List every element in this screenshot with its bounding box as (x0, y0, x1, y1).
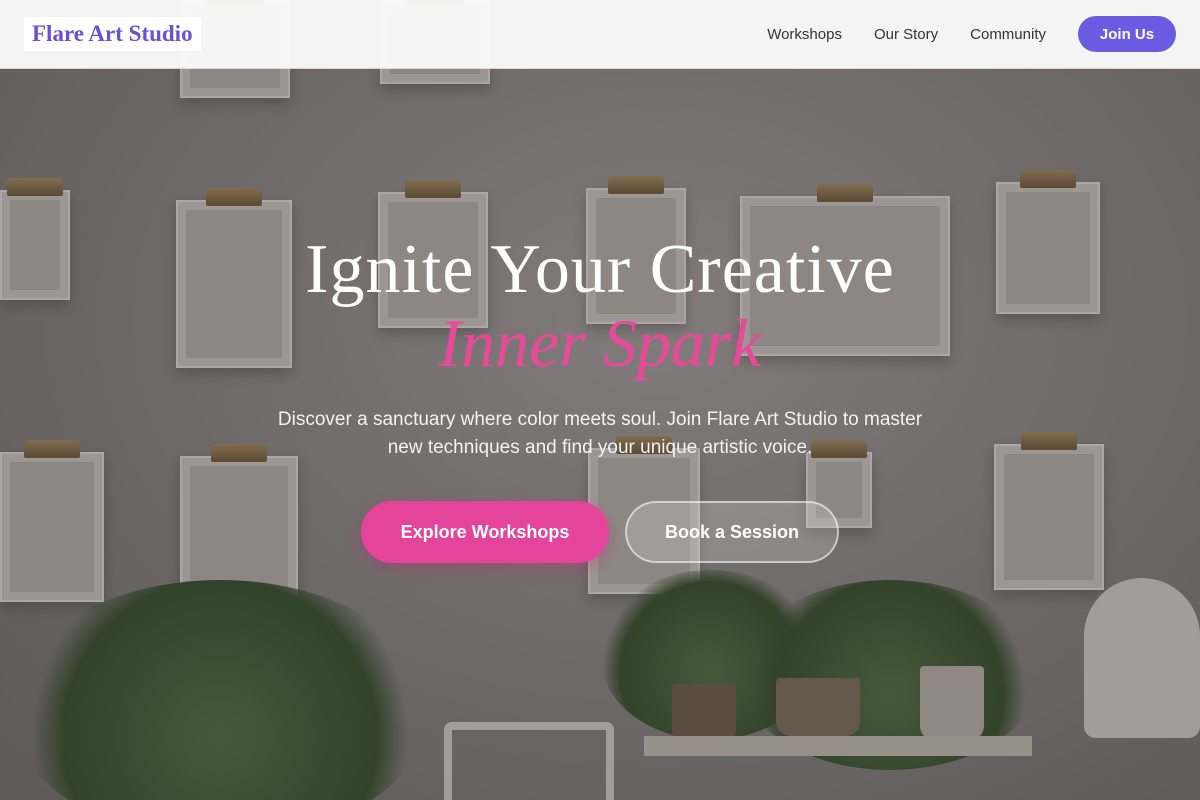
hero-subtext: Discover a sanctuary where color meets s… (277, 409, 923, 458)
nav-link-workshops[interactable]: Workshops (767, 26, 842, 43)
hero-headline-accent: Inner Spark (438, 305, 762, 381)
hero-cta-row: Explore Workshops Book a Session (0, 501, 1200, 563)
brand-logo[interactable]: Flare Art Studio (24, 17, 201, 51)
nav-link-our-story[interactable]: Our Story (874, 26, 938, 43)
site-header: Flare Art Studio Workshops Our Story Com… (0, 0, 1200, 69)
hero-section: Ignite Your Creative Inner Spark Discove… (0, 69, 1200, 800)
join-us-button[interactable]: Join Us (1078, 16, 1176, 52)
nav-link-community[interactable]: Community (970, 26, 1046, 43)
explore-workshops-button[interactable]: Explore Workshops (361, 501, 609, 563)
hero-headline: Ignite Your Creative (305, 231, 895, 308)
book-session-button[interactable]: Book a Session (625, 501, 839, 563)
main-nav: Workshops Our Story Community Join Us (735, 16, 1176, 52)
